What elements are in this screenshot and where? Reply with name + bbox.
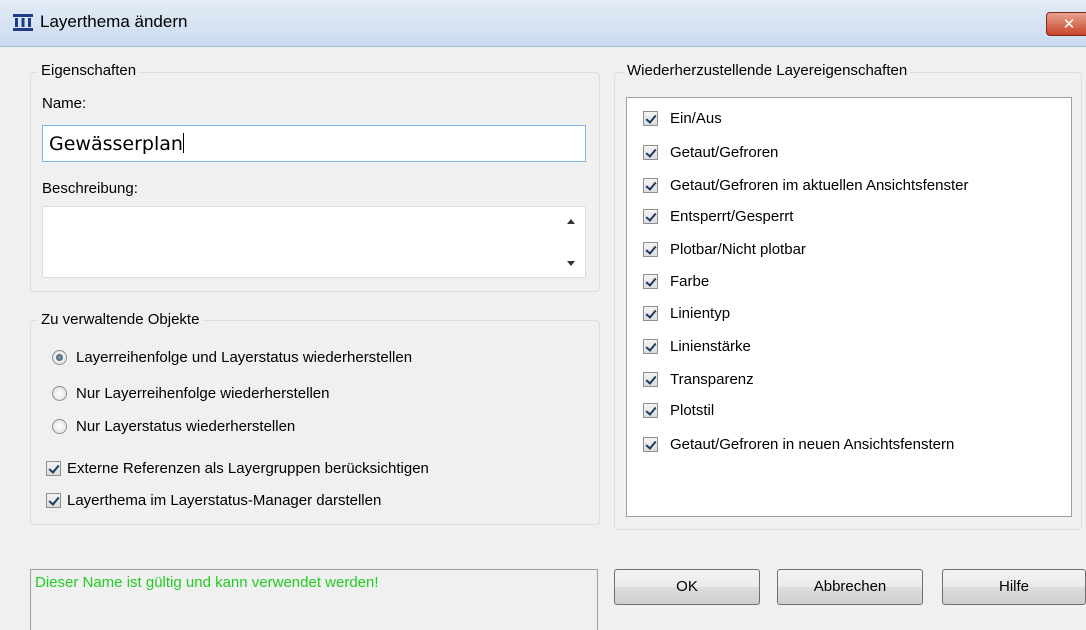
- list-item[interactable]: Entsperrt/Gesperrt: [643, 206, 793, 226]
- layer-state-icon: [13, 14, 33, 31]
- radio-indicator[interactable]: [52, 418, 67, 434]
- list-item-label: Linientyp: [670, 304, 731, 322]
- list-item[interactable]: Linienstärke: [643, 336, 751, 356]
- checkbox-show-in-manager[interactable]: Layerthema im Layerstatus-Manager darste…: [46, 489, 381, 511]
- radio-indicator[interactable]: [52, 385, 67, 401]
- list-item-label: Farbe: [670, 272, 710, 290]
- radio-label: Layerreihenfolge und Layerstatus wiederh…: [76, 348, 413, 366]
- radio-label: Nur Layerreihenfolge wiederherstellen: [76, 384, 330, 402]
- checkbox-indicator[interactable]: [643, 144, 658, 160]
- radio-order-only[interactable]: Nur Layerreihenfolge wiederherstellen: [52, 382, 329, 404]
- scroll-up-icon[interactable]: [567, 219, 575, 224]
- name-value: Gewässerplan: [49, 133, 183, 155]
- radio-order-and-status[interactable]: Layerreihenfolge und Layerstatus wiederh…: [52, 346, 412, 368]
- list-item[interactable]: Getaut/Gefroren im aktuellen Ansichtsfen…: [643, 175, 968, 195]
- list-item[interactable]: Plotstil: [643, 400, 714, 420]
- radio-label: Nur Layerstatus wiederherstellen: [76, 417, 296, 435]
- list-item-label: Plotstil: [670, 401, 715, 419]
- checkbox-indicator[interactable]: [643, 273, 658, 289]
- list-item[interactable]: Transparenz: [643, 369, 754, 389]
- list-item[interactable]: Plotbar/Nicht plotbar: [643, 239, 806, 259]
- checkbox-indicator[interactable]: [643, 241, 658, 257]
- name-input[interactable]: Gewässerplan: [42, 125, 586, 162]
- properties-legend: Eigenschaften: [38, 62, 140, 79]
- checkbox-indicator[interactable]: [643, 338, 658, 354]
- close-button[interactable]: ✕: [1046, 12, 1086, 36]
- checkbox-indicator[interactable]: [46, 460, 61, 476]
- restore-properties-list[interactable]: Ein/Aus Getaut/Gefroren Getaut/Gefroren …: [626, 97, 1072, 517]
- checkbox-indicator[interactable]: [643, 208, 658, 224]
- objects-legend: Zu verwaltende Objekte: [38, 311, 203, 328]
- list-item-label: Linienstärke: [670, 337, 751, 355]
- radio-status-only[interactable]: Nur Layerstatus wiederherstellen: [52, 415, 295, 437]
- name-label: Name:: [42, 95, 87, 112]
- checkbox-indicator[interactable]: [643, 371, 658, 387]
- checkbox-label: Layerthema im Layerstatus-Manager darste…: [67, 491, 382, 509]
- list-item-label: Getaut/Gefroren in neuen Ansichtsfenster…: [670, 435, 955, 453]
- status-panel: Dieser Name ist gültig und kann verwende…: [30, 569, 598, 630]
- list-item[interactable]: Farbe: [643, 271, 709, 291]
- restore-legend: Wiederherzustellende Layereigenschaften: [624, 62, 911, 79]
- checkbox-indicator[interactable]: [643, 305, 658, 321]
- checkbox-label: Externe Referenzen als Layergruppen berü…: [67, 459, 429, 477]
- text-cursor: [182, 133, 184, 153]
- radio-indicator[interactable]: [52, 349, 67, 365]
- list-item[interactable]: Getaut/Gefroren in neuen Ansichtsfenster…: [643, 434, 954, 454]
- checkbox-indicator[interactable]: [643, 436, 658, 452]
- checkbox-indicator[interactable]: [643, 402, 658, 418]
- checkbox-indicator[interactable]: [46, 492, 61, 508]
- title-bar[interactable]: Layerthema ändern ✕: [0, 0, 1086, 47]
- description-textarea[interactable]: [42, 206, 586, 278]
- list-item-label: Plotbar/Nicht plotbar: [670, 240, 806, 258]
- window-title: Layerthema ändern: [40, 12, 188, 31]
- checkbox-xref-groups[interactable]: Externe Referenzen als Layergruppen berü…: [46, 457, 429, 479]
- scroll-down-icon[interactable]: [567, 261, 575, 266]
- list-item-label: Ein/Aus: [670, 109, 722, 127]
- list-item[interactable]: Ein/Aus: [643, 108, 722, 128]
- list-item-label: Getaut/Gefroren: [670, 143, 779, 161]
- list-item-label: Entsperrt/Gesperrt: [670, 207, 794, 225]
- description-label: Beschreibung:: [42, 180, 138, 197]
- list-item-label: Transparenz: [670, 370, 754, 388]
- ok-button[interactable]: OK: [614, 569, 760, 605]
- description-scrollbar[interactable]: [557, 207, 585, 277]
- list-item[interactable]: Getaut/Gefroren: [643, 142, 778, 162]
- checkbox-indicator[interactable]: [643, 177, 658, 193]
- list-item-label: Getaut/Gefroren im aktuellen Ansichtsfen…: [670, 176, 969, 194]
- cancel-button[interactable]: Abbrechen: [777, 569, 923, 605]
- help-button[interactable]: Hilfe: [942, 569, 1086, 605]
- status-message: Dieser Name ist gültig und kann verwende…: [35, 574, 379, 591]
- checkbox-indicator[interactable]: [643, 110, 658, 126]
- list-item[interactable]: Linientyp: [643, 303, 730, 323]
